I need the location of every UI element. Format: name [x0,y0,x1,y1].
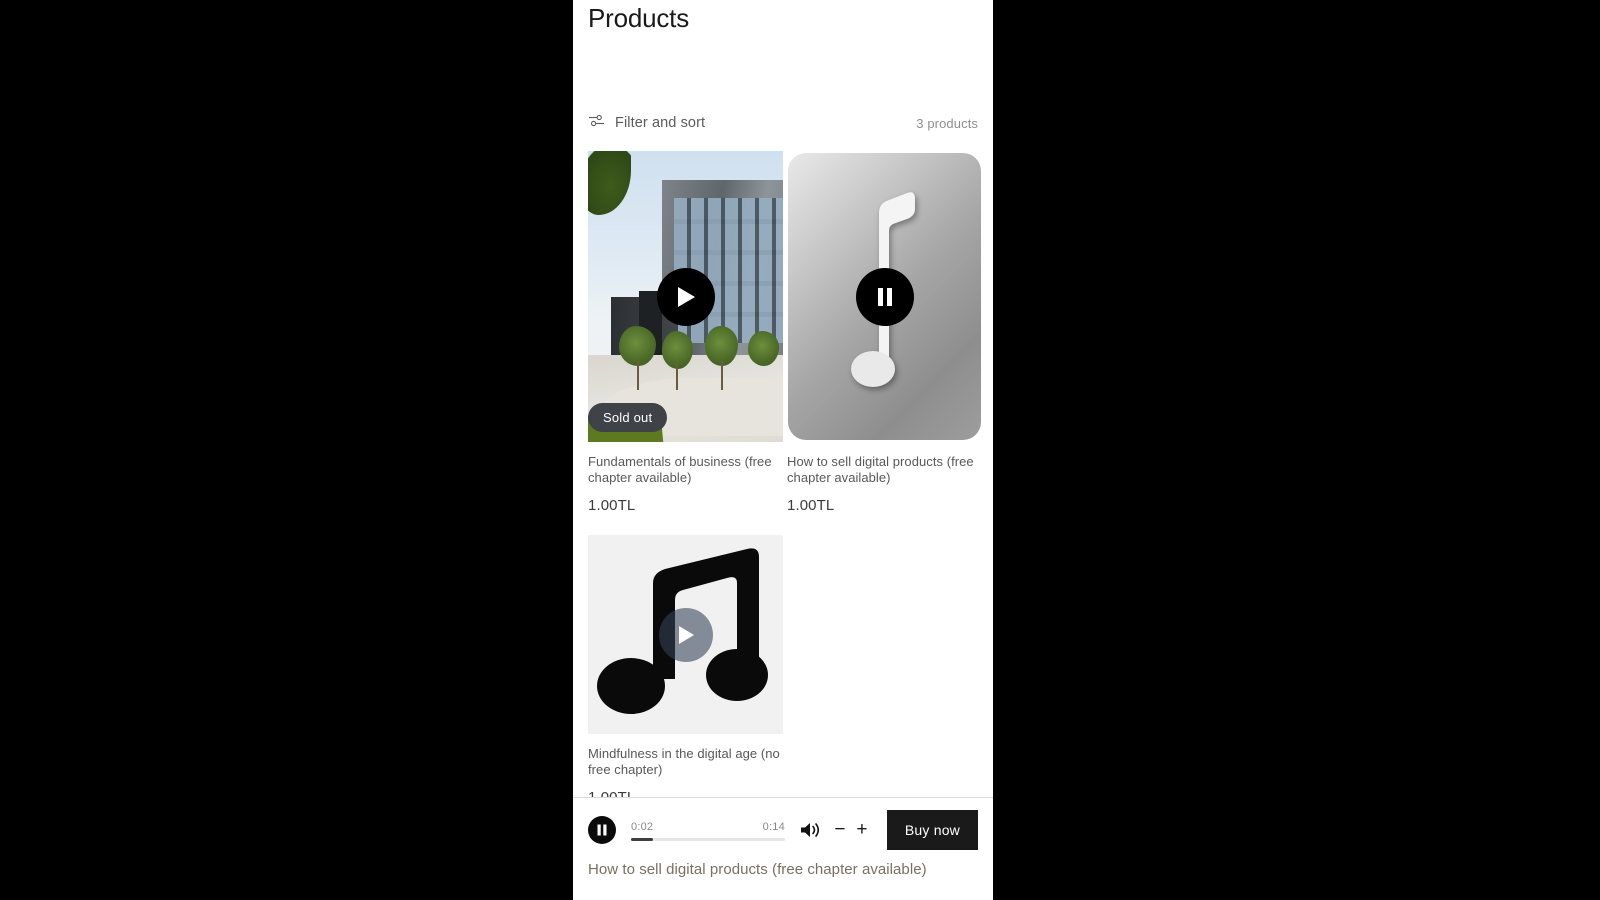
product-grid: Sold out Fundamentals of business (free … [588,151,982,806]
audio-player-bar: 0:02 0:14 − + Buy now How to sell digita… [573,797,993,900]
product-media[interactable] [588,535,783,734]
pause-glyph [597,824,607,835]
speaker-glyph [800,822,819,837]
pause-icon[interactable] [588,815,616,844]
filter-sliders-icon [588,113,605,133]
volume-up-button[interactable]: + [851,817,873,843]
product-title[interactable]: Fundamentals of business (free chapter a… [588,454,783,486]
product-price: 1.00TL [787,497,835,514]
seek-bar[interactable]: 0:02 0:14 [631,819,785,841]
product-title[interactable]: How to sell digital products (free chapt… [787,454,982,486]
volume-on-icon[interactable] [797,817,823,843]
product-media[interactable] [787,151,982,442]
product-title[interactable]: Mindfulness in the digital age (no free … [588,746,783,778]
collection-toolbar: Filter and sort 3 products [588,111,978,135]
now-playing-title[interactable]: How to sell digital products (free chapt… [573,861,993,878]
status-badge: Sold out [588,403,668,432]
progress-track[interactable] [631,837,785,841]
pause-glyph [877,287,892,306]
play-icon[interactable] [656,267,715,326]
product-card[interactable]: Sold out Fundamentals of business (free … [588,151,783,514]
product-card[interactable]: How to sell digital products (free chapt… [787,151,982,514]
play-icon[interactable] [658,607,713,662]
buy-now-button[interactable]: Buy now [886,809,978,850]
product-price: 1.00TL [588,497,636,514]
page-title: Products [588,3,690,33]
play-glyph [677,286,695,307]
product-card[interactable]: Mindfulness in the digital age (no free … [588,535,783,806]
current-time: 0:02 [631,820,654,833]
product-count: 3 products [916,115,978,131]
filter-and-sort-label: Filter and sort [615,115,706,131]
page-content: Products Filter and sort 3 products Sold… [573,0,993,806]
volume-down-button[interactable]: − [829,817,851,843]
filter-and-sort-button[interactable]: Filter and sort [588,113,705,133]
duration: 0:14 [762,820,785,833]
product-media[interactable]: Sold out [588,151,783,442]
player-controls-row: 0:02 0:14 − + Buy now [573,798,993,861]
track-time-labels: 0:02 0:14 [631,821,785,833]
progress-fill [631,837,653,841]
storefront-page: Products Filter and sort 3 products Sold… [573,0,993,900]
screen: Products Filter and sort 3 products Sold… [0,0,1600,900]
play-glyph [678,625,694,644]
pause-icon[interactable] [855,267,914,326]
